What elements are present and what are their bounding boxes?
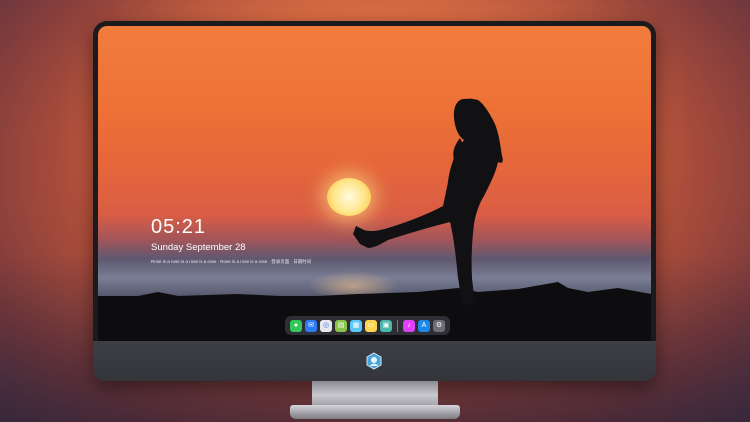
app-store-icon[interactable]: A <box>418 319 430 332</box>
messages-icon[interactable]: ● <box>290 319 302 332</box>
notes-icon[interactable]: ▭ <box>365 319 377 332</box>
lock-screen[interactable]: 05:21 Sunday September 28 Rose is a rose… <box>98 26 651 341</box>
monitor: 05:21 Sunday September 28 Rose is a rose… <box>93 21 656 381</box>
lock-clock: 05:21 <box>151 216 207 238</box>
clapper-icon[interactable]: ▦ <box>350 319 362 332</box>
monitor-stand <box>312 381 438 407</box>
dock-separator <box>397 319 398 332</box>
lock-date: Sunday September 28 <box>151 242 246 253</box>
finder-icon[interactable]: ▤ <box>335 319 347 332</box>
silhouette-girl <box>98 98 651 341</box>
music-icon[interactable]: ♪ <box>403 319 415 332</box>
photos-icon[interactable]: ▣ <box>380 319 392 332</box>
safari-icon[interactable]: ◎ <box>320 319 332 332</box>
lock-tagline: Rose is a rose is a rose is a rose · Ros… <box>151 259 312 264</box>
mail-icon[interactable]: ✉ <box>305 319 317 332</box>
brand-logo-icon <box>366 352 382 370</box>
dock: ● ✉ ◎ ▤ ▦ ▭ ▣ ♪ A ⚙ <box>285 316 450 335</box>
monitor-chin <box>93 341 656 381</box>
monitor-base <box>290 405 460 419</box>
settings-icon[interactable]: ⚙ <box>433 319 445 332</box>
